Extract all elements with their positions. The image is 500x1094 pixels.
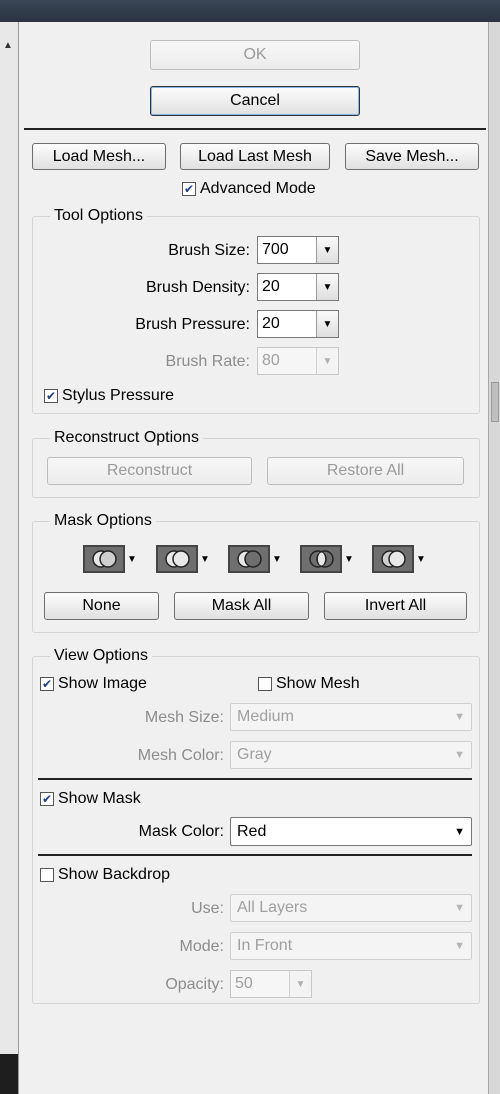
brush-rate-value[interactable]: 80 bbox=[258, 352, 316, 370]
restore-all-button[interactable]: Restore All bbox=[267, 457, 464, 485]
stylus-pressure-label: Stylus Pressure bbox=[62, 387, 175, 404]
dropdown-arrow-icon[interactable]: ▼ bbox=[316, 237, 338, 263]
load-last-mesh-button[interactable]: Load Last Mesh bbox=[180, 143, 330, 170]
mask-subtract-icon[interactable]: ▼ bbox=[228, 545, 282, 573]
load-mesh-button[interactable]: Load Mesh... bbox=[32, 143, 166, 170]
mask-color-value: Red bbox=[237, 822, 267, 840]
dropdown-arrow-icon: ▼ bbox=[454, 902, 465, 914]
brush-density-label: Brush Density: bbox=[145, 279, 250, 296]
brush-rate-label: Brush Rate: bbox=[165, 353, 250, 370]
mesh-color-label: Mesh Color: bbox=[137, 747, 224, 764]
advanced-mode-label: Advanced Mode bbox=[200, 180, 316, 197]
mesh-mask-separator bbox=[38, 778, 472, 780]
checkmark-icon: ✔ bbox=[44, 389, 58, 403]
mask-backdrop-separator bbox=[38, 854, 472, 856]
mode-select[interactable]: In Front ▼ bbox=[230, 932, 472, 960]
brush-size-value[interactable]: 700 bbox=[258, 241, 316, 259]
mask-color-label: Mask Color: bbox=[138, 823, 224, 840]
brush-density-value[interactable]: 20 bbox=[258, 278, 316, 296]
stylus-pressure-checkbox[interactable]: ✔ Stylus Pressure bbox=[44, 387, 174, 405]
show-mask-checkbox[interactable]: ✔ Show Mask bbox=[40, 790, 141, 808]
checkmark-icon: ✔ bbox=[40, 792, 54, 806]
dropdown-arrow-icon: ▼ bbox=[454, 749, 465, 761]
show-mesh-label: Show Mesh bbox=[276, 675, 360, 692]
reconstruct-button[interactable]: Reconstruct bbox=[47, 457, 252, 485]
brush-size-label: Brush Size: bbox=[168, 242, 250, 259]
tool-options-group bbox=[32, 216, 480, 414]
use-select[interactable]: All Layers ▼ bbox=[230, 894, 472, 922]
dropdown-arrow-icon[interactable]: ▼ bbox=[416, 554, 426, 565]
mesh-color-select[interactable]: Gray ▼ bbox=[230, 741, 472, 769]
right-scrollbar[interactable] bbox=[488, 22, 500, 1094]
mask-options-title: Mask Options bbox=[50, 512, 156, 530]
top-separator bbox=[24, 128, 486, 130]
mesh-size-label: Mesh Size: bbox=[144, 709, 224, 726]
show-image-checkbox[interactable]: ✔ Show Image bbox=[40, 675, 147, 693]
none-button[interactable]: None bbox=[44, 592, 159, 620]
brush-density-combo[interactable]: 20 ▼ bbox=[257, 273, 339, 301]
opacity-label: Opacity: bbox=[165, 976, 224, 993]
show-mask-label: Show Mask bbox=[58, 790, 141, 807]
dropdown-arrow-icon: ▼ bbox=[454, 825, 465, 838]
show-mesh-checkbox[interactable]: Show Mesh bbox=[258, 675, 360, 693]
opacity-combo[interactable]: 50 ▼ bbox=[230, 970, 312, 998]
tool-options-title: Tool Options bbox=[50, 207, 147, 225]
dropdown-arrow-icon[interactable]: ▼ bbox=[127, 554, 137, 565]
dropdown-arrow-icon[interactable]: ▼ bbox=[344, 554, 354, 565]
show-image-label: Show Image bbox=[58, 675, 147, 692]
use-label: Use: bbox=[191, 900, 224, 917]
scrollbar-thumb[interactable] bbox=[491, 382, 499, 422]
window-title-bar bbox=[0, 0, 500, 22]
brush-pressure-combo[interactable]: 20 ▼ bbox=[257, 310, 339, 338]
use-value: All Layers bbox=[237, 899, 308, 916]
preview-area-edge: ▲ bbox=[0, 22, 19, 1094]
dropdown-arrow-icon: ▼ bbox=[454, 711, 465, 723]
view-options-title: View Options bbox=[50, 647, 152, 665]
scroll-up-arrow-icon[interactable]: ▲ bbox=[3, 40, 13, 51]
mask-color-select[interactable]: Red ▼ bbox=[230, 817, 472, 846]
brush-size-combo[interactable]: 700 ▼ bbox=[257, 236, 339, 264]
mask-replace-icon[interactable]: ▼ bbox=[83, 545, 137, 573]
reconstruct-options-title: Reconstruct Options bbox=[50, 429, 203, 447]
brush-pressure-value[interactable]: 20 bbox=[258, 315, 316, 333]
dropdown-arrow-icon[interactable]: ▼ bbox=[272, 554, 282, 565]
show-backdrop-checkbox[interactable]: Show Backdrop bbox=[40, 866, 170, 884]
mesh-size-select[interactable]: Medium ▼ bbox=[230, 703, 472, 731]
advanced-mode-checkbox[interactable]: ✔ Advanced Mode bbox=[182, 180, 316, 198]
mode-label: Mode: bbox=[179, 938, 224, 955]
invert-all-button[interactable]: Invert All bbox=[324, 592, 467, 620]
mode-value: In Front bbox=[237, 937, 293, 954]
dropdown-arrow-icon[interactable]: ▼ bbox=[200, 554, 210, 565]
cancel-button[interactable]: Cancel bbox=[150, 86, 360, 116]
dropdown-arrow-icon[interactable]: ▼ bbox=[316, 274, 338, 300]
mesh-size-value: Medium bbox=[237, 708, 294, 725]
mask-invert-icon[interactable]: ▼ bbox=[372, 545, 426, 573]
status-strip bbox=[0, 1054, 18, 1094]
dropdown-arrow-icon[interactable]: ▼ bbox=[316, 348, 338, 374]
brush-rate-combo[interactable]: 80 ▼ bbox=[257, 347, 339, 375]
dropdown-arrow-icon: ▼ bbox=[454, 940, 465, 952]
ok-button[interactable]: OK bbox=[150, 40, 360, 70]
show-backdrop-label: Show Backdrop bbox=[58, 866, 171, 883]
checkmark-icon: ✔ bbox=[40, 677, 54, 691]
mask-add-icon[interactable]: ▼ bbox=[156, 545, 210, 573]
opacity-value[interactable]: 50 bbox=[231, 975, 289, 993]
dropdown-arrow-icon[interactable]: ▼ bbox=[289, 971, 311, 997]
dropdown-arrow-icon[interactable]: ▼ bbox=[316, 311, 338, 337]
mesh-color-value: Gray bbox=[237, 746, 272, 763]
mask-intersect-icon[interactable]: ▼ bbox=[300, 545, 354, 573]
brush-pressure-label: Brush Pressure: bbox=[135, 316, 250, 333]
save-mesh-button[interactable]: Save Mesh... bbox=[345, 143, 479, 170]
checkmark-icon: ✔ bbox=[182, 182, 196, 196]
mask-all-button[interactable]: Mask All bbox=[174, 592, 309, 620]
